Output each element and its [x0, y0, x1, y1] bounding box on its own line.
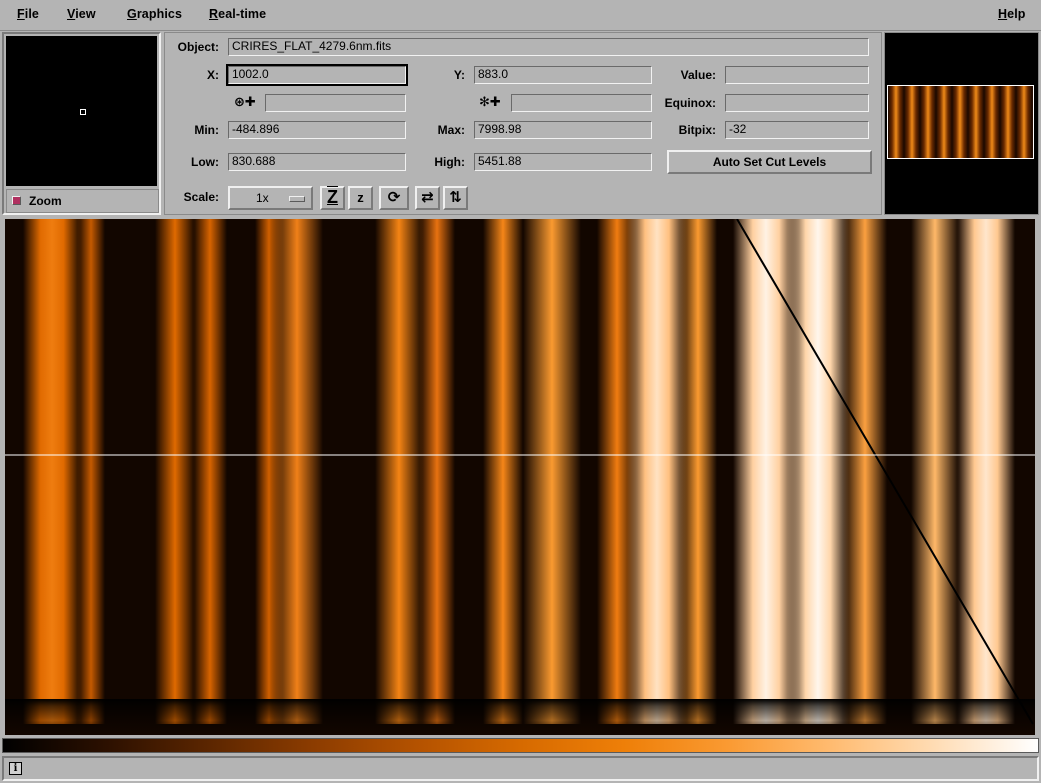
zoom-in-button[interactable]: Z — [320, 186, 345, 210]
menu-help[interactable]: Help — [998, 7, 1026, 21]
panner-thumbnail[interactable] — [887, 85, 1034, 159]
bitpix-field[interactable]: -32 — [725, 121, 869, 139]
option-menu-icon — [289, 196, 305, 202]
scale-label: Scale: — [183, 190, 219, 204]
dec-field[interactable] — [511, 94, 652, 112]
x-label: X: — [207, 68, 219, 82]
zoom-label: Zoom — [29, 194, 62, 208]
image-overlay — [5, 219, 1035, 725]
flip-x-button[interactable]: ⇄ — [415, 186, 440, 210]
object-field[interactable]: CRIRES_FLAT_4279.6nm.fits — [228, 38, 869, 56]
scale-selector[interactable]: 1x — [228, 186, 313, 210]
low-label: Low: — [191, 155, 219, 169]
zoom-indicator-icon — [12, 196, 21, 205]
image-display[interactable] — [5, 219, 1035, 735]
high-field[interactable]: 5451.88 — [474, 153, 652, 171]
flip-y-button[interactable]: ⇅ — [443, 186, 468, 210]
min-field[interactable]: -484.896 — [228, 121, 406, 139]
max-field[interactable]: 7998.98 — [474, 121, 652, 139]
dec-icon: ✻✚ — [479, 94, 501, 109]
equinox-field[interactable] — [725, 94, 869, 112]
rotate-icon: ⟳ — [387, 189, 401, 206]
y-label: Y: — [453, 68, 465, 82]
zoom-toggle[interactable]: Zoom — [6, 189, 159, 213]
auto-set-cut-levels-button[interactable]: Auto Set Cut Levels — [667, 150, 872, 174]
ra-field[interactable] — [265, 94, 406, 112]
rotate-button[interactable]: ⟳ — [379, 186, 409, 210]
menu-bar: File View Graphics Real-time Help — [0, 0, 1041, 31]
colormap-bar[interactable] — [2, 738, 1039, 753]
low-field[interactable]: 830.688 — [228, 153, 406, 171]
bitpix-label: Bitpix: — [678, 123, 716, 137]
y-field[interactable]: 883.0 — [474, 66, 652, 84]
scale-value: 1x — [256, 191, 269, 205]
ra-icon: ⊛✚ — [234, 94, 256, 109]
equinox-label: Equinox: — [664, 96, 716, 110]
info-icon[interactable]: i — [9, 762, 22, 775]
menu-view[interactable]: View — [67, 7, 96, 21]
value-field[interactable] — [725, 66, 869, 84]
zoom-out-icon: z — [357, 190, 364, 205]
zoom-in-icon: Z — [327, 187, 338, 207]
zoom-panel: Zoom — [2, 32, 161, 215]
value-label: Value: — [680, 68, 716, 82]
zoom-view[interactable] — [6, 36, 157, 186]
x-field[interactable]: 1002.0 — [226, 64, 408, 86]
menu-graphics[interactable]: Graphics — [127, 7, 182, 21]
info-panel: Object: CRIRES_FLAT_4279.6nm.fits X: 100… — [164, 32, 882, 215]
high-label: High: — [434, 155, 465, 169]
flip-x-icon: ⇄ — [421, 189, 434, 206]
min-label: Min: — [194, 123, 219, 137]
status-bar: i — [2, 756, 1039, 781]
zoom-cursor-marker — [80, 109, 86, 115]
zoom-out-button[interactable]: z — [348, 186, 373, 210]
diagonal-line — [736, 219, 1034, 725]
flip-y-icon: ⇅ — [449, 189, 462, 206]
menu-realtime[interactable]: Real-time — [209, 7, 266, 21]
menu-file[interactable]: File — [17, 7, 39, 21]
object-label: Object: — [177, 40, 219, 54]
max-label: Max: — [437, 123, 465, 137]
panner-panel[interactable] — [884, 32, 1039, 215]
